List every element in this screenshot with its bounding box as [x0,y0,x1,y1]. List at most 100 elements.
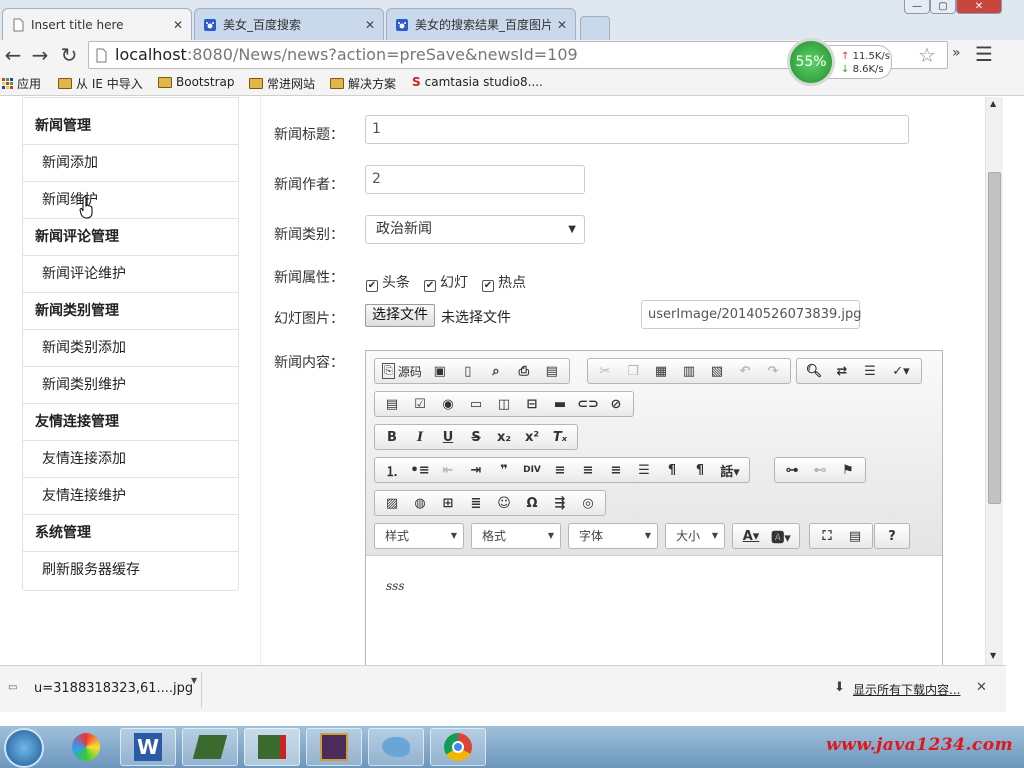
rtl-icon[interactable]: ¶ [686,459,714,481]
attr-slide-checkbox[interactable]: ✔ 幻灯 [424,272,468,292]
hidden-field-icon[interactable]: ⊘ [602,393,630,415]
smiley-icon[interactable]: ☺ [490,492,518,514]
radio-icon[interactable]: ◉ [434,393,462,415]
sidebar-item-link-maintain[interactable]: 友情连接维护 [23,478,238,515]
strike-icon[interactable]: S [462,426,490,448]
sidebar-item-comment-maintain[interactable]: 新闻评论维护 [23,256,238,293]
save-icon[interactable]: ▣ [426,360,454,382]
sidebar-item-link-add[interactable]: 友情连接添加 [23,441,238,478]
maximize-icon[interactable]: ⛶ [813,525,841,547]
taskbar-app-colorful[interactable] [58,728,114,766]
bookmark-camtasia[interactable]: Scamtasia studio8.... [412,75,543,89]
close-window-button[interactable]: ✕ [956,0,1002,14]
bulleted-list-icon[interactable]: •≡ [406,459,434,481]
align-right-icon[interactable]: ≡ [602,459,630,481]
sidebar-item-refresh-cache[interactable]: 刷新服务器缓存 [23,552,238,589]
minimize-window-button[interactable]: — [904,0,930,14]
print-icon[interactable]: ⎙ [510,360,538,382]
title-input[interactable]: 1 [365,115,909,144]
editor-content-text[interactable]: sss [386,579,404,593]
outdent-icon[interactable]: ⇤ [434,459,462,481]
page-scrollbar[interactable]: ▲ ▼ [985,97,1003,665]
link-icon[interactable]: ⊶ [778,459,806,481]
styles-combo[interactable]: 样式 ▼ [374,523,464,549]
download-item[interactable]: ▭ u=3188318323,61....jpg ▼ [0,672,202,708]
textarea-icon[interactable]: ◫ [490,393,518,415]
show-blocks-icon[interactable]: ▤ [841,525,869,547]
underline-icon[interactable]: U [434,426,462,448]
button-icon[interactable]: ▬ [546,393,574,415]
taskbar-app-chrome[interactable] [430,728,486,766]
close-tab-icon[interactable]: ✕ [173,18,183,32]
preview-icon[interactable]: ⌕ [482,360,510,382]
select-all-icon[interactable]: ☰ [856,360,884,382]
select-icon[interactable]: ⊟ [518,393,546,415]
flash-icon[interactable]: ◍ [406,492,434,514]
sidebar-item-category-maintain[interactable]: 新闻类别维护 [23,367,238,404]
net-meter-percent[interactable]: 55% [787,38,835,86]
table-icon[interactable]: ⊞ [434,492,462,514]
tab-baidu-images[interactable]: 美女的搜索结果_百度图片 ✕ [386,8,576,40]
find-icon[interactable]: 🔍︎ [800,360,828,382]
help-icon[interactable]: ? [878,525,906,547]
checkbox-icon[interactable]: ☑ [406,393,434,415]
taskbar-app-camtasia[interactable] [182,728,238,766]
attr-headline-checkbox[interactable]: ✔ 头条 [366,272,410,292]
paste-word-icon[interactable]: ▧ [703,360,731,382]
image-path-input[interactable]: userImage/20140526073839.jpg [641,300,862,329]
font-combo[interactable]: 字体 ▼ [568,523,658,549]
bookmark-folder[interactable]: Bootstrap [158,75,234,89]
paste-icon[interactable]: ▦ [647,360,675,382]
paste-text-icon[interactable]: ▥ [675,360,703,382]
replace-icon[interactable]: ⇄ [828,360,856,382]
star-bookmark-icon[interactable]: ☆ [918,43,936,67]
image-button-icon[interactable]: ⊂⊃ [574,393,602,415]
ltr-icon[interactable]: ¶ [658,459,686,481]
menu-icon[interactable]: ☰ [975,42,993,66]
sidebar-item-news-maintain[interactable]: 新闻维护 [23,182,238,219]
blockquote-icon[interactable]: ❞ [490,459,518,481]
size-combo[interactable]: 大小 ▼ [665,523,725,549]
remove-format-icon[interactable]: Tₓ [546,426,574,448]
sidebar-item-category-add[interactable]: 新闻类别添加 [23,330,238,367]
redo-icon[interactable]: ↷ [759,360,787,382]
copy-icon[interactable]: ❐ [619,360,647,382]
extensions-chevron-icon[interactable]: » [952,45,961,61]
language-icon[interactable]: 話▾ [714,459,746,481]
taskbar-app-eclipse[interactable] [306,728,362,766]
show-all-downloads-link[interactable]: 显示所有下载内容... [853,681,960,698]
format-combo[interactable]: 格式 ▼ [471,523,561,549]
tab-baidu-search[interactable]: 美女_百度搜索 ✕ [194,8,384,40]
bold-icon[interactable]: B [378,426,406,448]
bookmark-folder[interactable]: 从 IE 中导入 [58,75,143,92]
category-select[interactable]: 政治新闻 ▼ [365,215,585,244]
justify-icon[interactable]: ☰ [630,459,658,481]
bg-color-icon[interactable]: 🅰︎▾ [766,525,796,547]
taskbar-app-dolphin[interactable] [368,728,424,766]
back-arrow-icon[interactable]: ← [2,44,24,66]
div-container-icon[interactable]: DIV [518,459,546,481]
text-color-icon[interactable]: A▾ [736,525,766,547]
tab-insert-title[interactable]: Insert title here ✕ [2,8,192,41]
align-center-icon[interactable]: ≡ [574,459,602,481]
horizontal-rule-icon[interactable]: ≣ [462,492,490,514]
form-icon[interactable]: ▤ [378,393,406,415]
new-page-icon[interactable]: ▯ [454,360,482,382]
scroll-up-icon[interactable]: ▲ [990,99,996,108]
cut-icon[interactable]: ✂ [591,360,619,382]
bookmark-folder[interactable]: 常进网站 [249,75,315,92]
superscript-icon[interactable]: x² [518,426,546,448]
close-tab-icon[interactable]: ✕ [557,18,567,32]
scroll-down-icon[interactable]: ▼ [990,651,996,660]
image-icon[interactable]: ▨ [378,492,406,514]
italic-icon[interactable]: I [406,426,434,448]
apps-bookmark[interactable]: 应用 [2,75,41,92]
align-left-icon[interactable]: ≡ [546,459,574,481]
templates-icon[interactable]: ▤ [538,360,566,382]
taskbar-app-recorder[interactable] [244,728,300,766]
unlink-icon[interactable]: ⊷ [806,459,834,481]
forward-arrow-icon[interactable]: → [29,44,51,66]
iframe-globe-icon[interactable]: ◎ [574,492,602,514]
choose-file-button[interactable]: 选择文件 [365,304,435,327]
new-tab-button[interactable] [580,16,610,40]
